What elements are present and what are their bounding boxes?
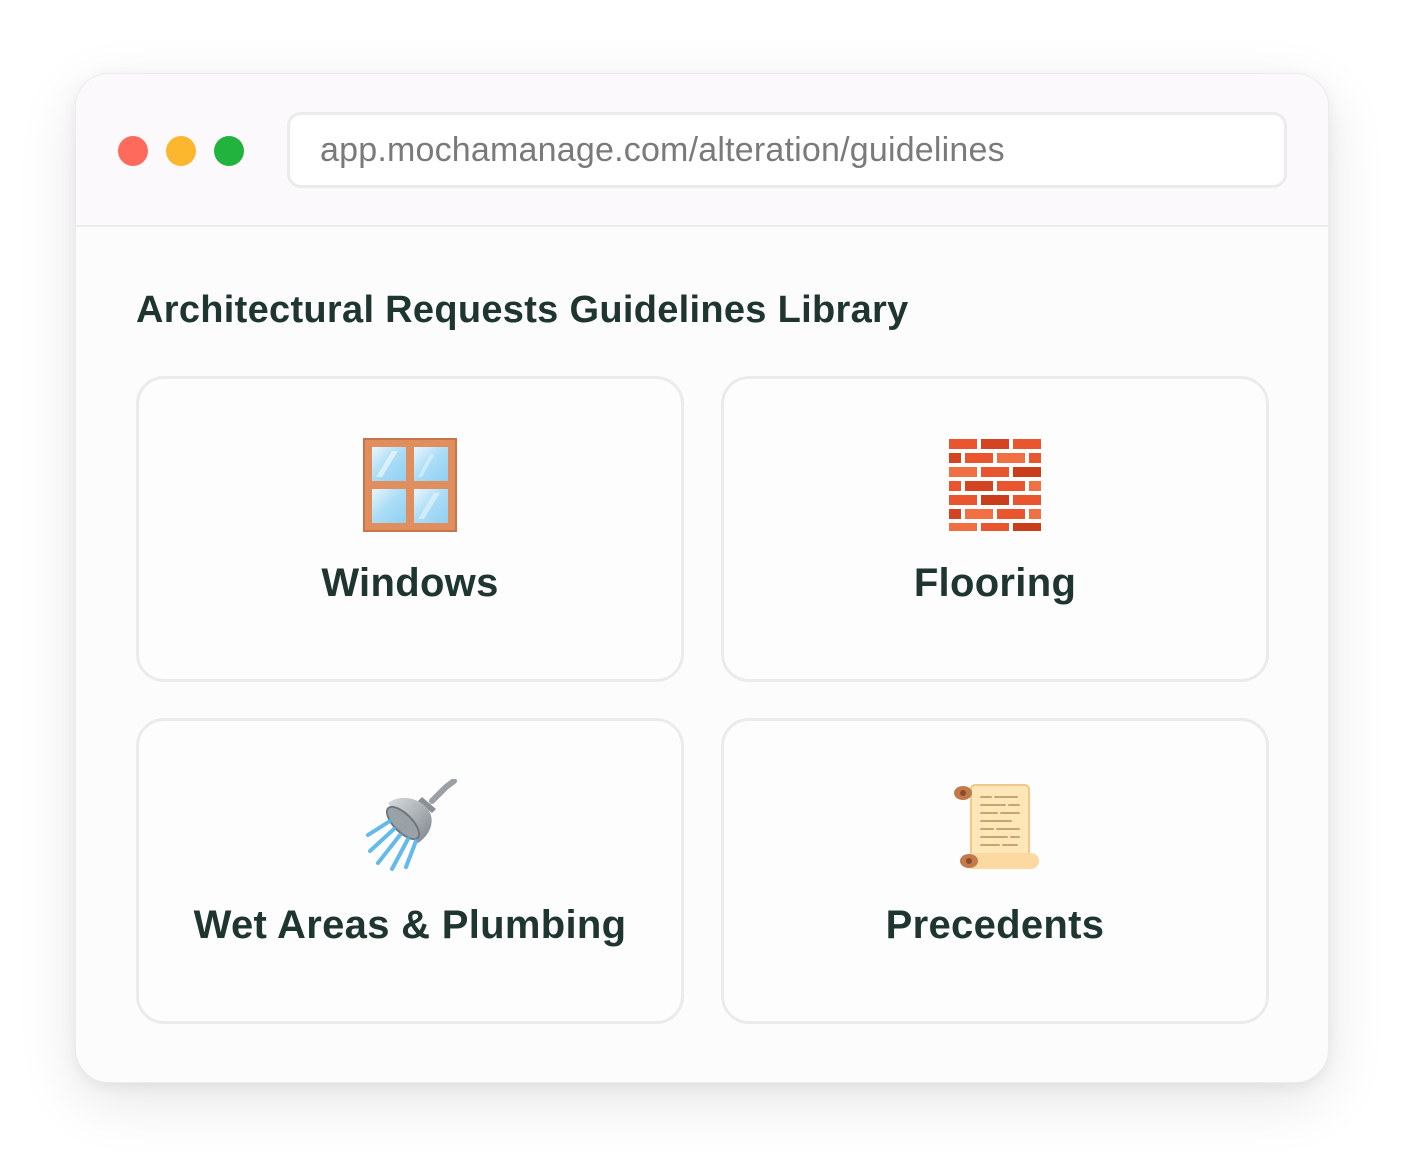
browser-titlebar: app.mochamanage.com/alteration/guideline… xyxy=(76,74,1328,227)
address-bar[interactable]: app.mochamanage.com/alteration/guideline… xyxy=(287,112,1287,188)
browser-window: app.mochamanage.com/alteration/guideline… xyxy=(75,73,1329,1083)
minimize-window-button[interactable] xyxy=(166,136,196,166)
card-label: Windows xyxy=(321,561,499,605)
brick-icon xyxy=(947,437,1043,533)
card-flooring[interactable]: Flooring xyxy=(721,376,1269,682)
shower-icon xyxy=(366,779,457,871)
card-precedents[interactable]: Precedents xyxy=(721,718,1269,1024)
window-icon xyxy=(363,438,457,532)
card-label: Flooring xyxy=(913,561,1077,605)
card-wet-areas-plumbing[interactable]: Wet Areas & Plumbing xyxy=(136,718,684,1024)
page-title: Architectural Requests Guidelines Librar… xyxy=(136,289,909,331)
close-window-button[interactable] xyxy=(118,136,148,166)
card-label: Wet Areas & Plumbing xyxy=(193,903,627,947)
page-content: Architectural Requests Guidelines Librar… xyxy=(76,227,1328,1082)
scroll-icon xyxy=(954,784,1039,869)
card-label: Precedents xyxy=(885,903,1105,947)
card-windows[interactable]: Windows xyxy=(136,376,684,682)
maximize-window-button[interactable] xyxy=(214,136,244,166)
